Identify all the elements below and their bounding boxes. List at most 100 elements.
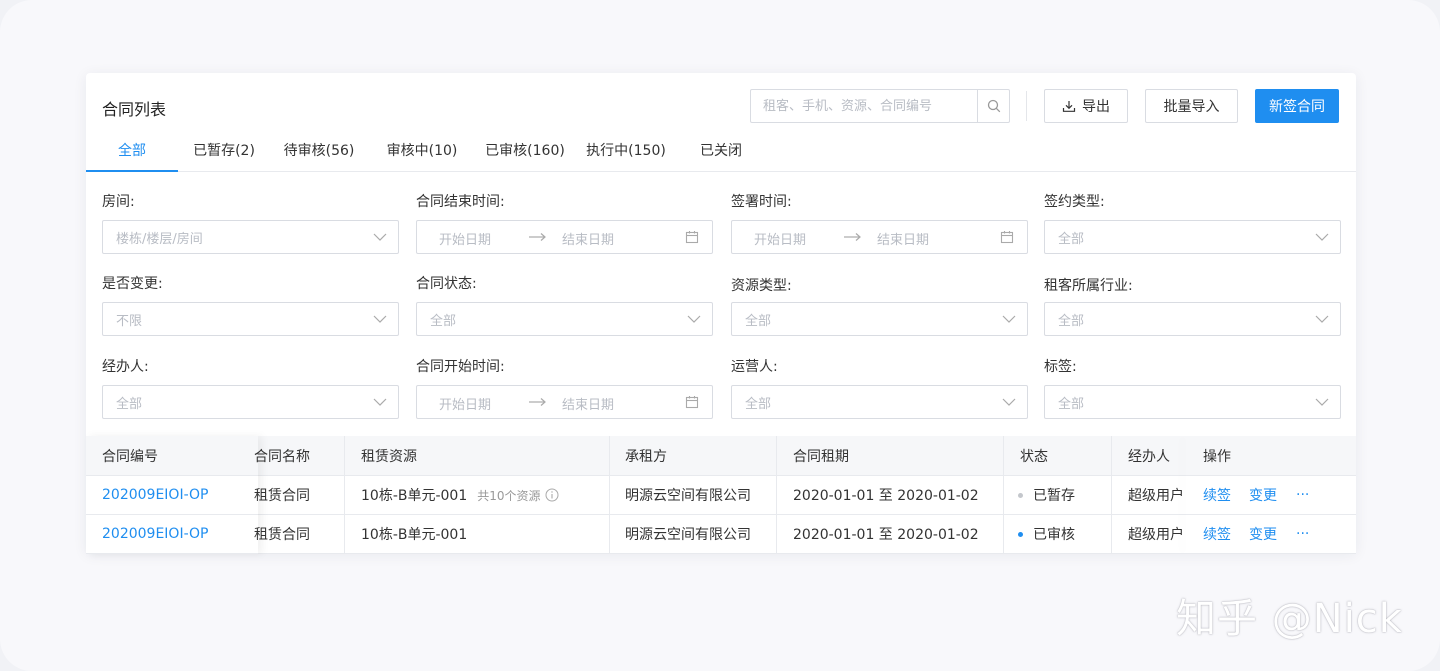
handler-filter-label: 经办人: xyxy=(102,359,149,375)
chevron-down-icon xyxy=(1002,398,1016,406)
contract-id-link[interactable]: 202009EIOI-OP xyxy=(102,515,208,553)
export-label: 导出 xyxy=(1082,99,1110,115)
sign-type-filter-label: 签约类型: xyxy=(1044,194,1105,210)
resource-count-text: 共10个资源 xyxy=(477,488,541,503)
tab-pending-review[interactable]: 待审核(56) xyxy=(278,133,360,172)
download-icon xyxy=(1062,101,1076,112)
calendar-icon xyxy=(685,396,699,409)
status-select[interactable]: 全部 xyxy=(416,302,713,336)
search-box xyxy=(750,89,1010,123)
resource-type-select-placeholder: 全部 xyxy=(745,313,772,329)
range-start-placeholder: 开始日期 xyxy=(439,233,492,248)
period-cell: 2020-01-01 至 2020-01-02 xyxy=(793,488,979,504)
status-text: 已暂存 xyxy=(1033,488,1075,504)
tab-closed[interactable]: 已关闭 xyxy=(693,133,749,172)
room-select[interactable]: 楼栋/楼层/房间 xyxy=(102,220,399,254)
contract-name-cell: 租赁合同 xyxy=(254,488,310,504)
operator-select[interactable]: 全部 xyxy=(731,385,1028,419)
change-link[interactable]: 变更 xyxy=(1249,476,1277,514)
handler-select-placeholder: 全部 xyxy=(116,396,143,412)
period-cell: 2020-01-01 至 2020-01-02 xyxy=(793,527,979,543)
industry-select-placeholder: 全部 xyxy=(1058,313,1085,329)
sign-type-select[interactable]: 全部 xyxy=(1044,220,1341,254)
resource-cell: 10栋-B单元-001 共10个资源 xyxy=(361,476,559,514)
column-header-status: 状态 xyxy=(1020,448,1048,465)
chevron-down-icon xyxy=(1315,233,1329,241)
range-end-placeholder: 结束日期 xyxy=(562,398,615,413)
tab-executing[interactable]: 执行中(150) xyxy=(582,133,670,172)
tab-approved[interactable]: 已审核(160) xyxy=(481,133,569,172)
resource-type-filter-label: 资源类型: xyxy=(731,278,792,294)
more-actions-button[interactable]: ··· xyxy=(1296,476,1309,514)
start-time-range-picker[interactable]: 开始日期 结束日期 xyxy=(416,385,713,419)
batch-import-button[interactable]: 批量导入 xyxy=(1145,89,1238,123)
column-header-handler: 经办人 xyxy=(1128,448,1170,465)
tab-all[interactable]: 全部 xyxy=(86,133,178,172)
status-filter-label: 合同状态: xyxy=(416,276,477,292)
chevron-down-icon xyxy=(1002,315,1016,323)
end-time-filter-label: 合同结束时间: xyxy=(416,194,505,210)
handler-select[interactable]: 全部 xyxy=(102,385,399,419)
changed-filter-label: 是否变更: xyxy=(102,276,163,292)
room-select-placeholder: 楼栋/楼层/房间 xyxy=(116,231,203,247)
changed-select-placeholder: 不限 xyxy=(116,313,143,329)
resource-type-select[interactable]: 全部 xyxy=(731,302,1028,336)
tab-draft[interactable]: 已暂存(2) xyxy=(186,133,262,172)
tag-select[interactable]: 全部 xyxy=(1044,385,1341,419)
contract-name-cell: 租赁合同 xyxy=(254,527,310,543)
chevron-down-icon xyxy=(1315,398,1329,406)
status-tabs: 全部 已暂存(2) 待审核(56) 审核中(10) 已审核(160) 执行中(1… xyxy=(86,133,1356,172)
industry-select[interactable]: 全部 xyxy=(1044,302,1341,336)
sign-time-range-picker[interactable]: 开始日期 结束日期 xyxy=(731,220,1028,254)
search-icon xyxy=(987,99,1000,113)
search-button[interactable] xyxy=(977,90,1009,122)
tag-select-placeholder: 全部 xyxy=(1058,396,1085,412)
contract-id-link[interactable]: 202009EIOI-OP xyxy=(102,476,208,514)
calendar-icon xyxy=(1000,231,1014,244)
operator-select-placeholder: 全部 xyxy=(745,396,772,412)
chevron-down-icon xyxy=(687,315,701,323)
table-header: 合同编号 合同名称 租赁资源 承租方 合同租期 状态 经办人 操作 xyxy=(86,436,1356,476)
page-title: 合同列表 xyxy=(102,100,167,119)
renew-link[interactable]: 续签 xyxy=(1203,515,1231,553)
status-text: 已审核 xyxy=(1033,527,1075,543)
range-start-placeholder: 开始日期 xyxy=(439,398,492,413)
start-time-filter-label: 合同开始时间: xyxy=(416,359,505,375)
arrow-right-icon xyxy=(529,398,546,406)
arrow-right-icon xyxy=(844,233,861,241)
range-end-placeholder: 结束日期 xyxy=(877,233,930,248)
tenant-cell: 明源云空间有限公司 xyxy=(625,488,751,504)
tab-in-review[interactable]: 审核中(10) xyxy=(382,133,462,172)
changed-select[interactable]: 不限 xyxy=(102,302,399,336)
status-cell: 已审核 xyxy=(1018,515,1075,553)
column-header-resource: 租赁资源 xyxy=(361,448,417,465)
chevron-down-icon xyxy=(373,398,387,406)
table-row: 202009EIOI-OP 租赁合同 10栋-B单元-001 共10个资源 明源… xyxy=(86,476,1356,515)
watermark: 知乎 @Nick xyxy=(1176,596,1403,642)
operator-filter-label: 运营人: xyxy=(731,359,778,375)
arrow-right-icon xyxy=(529,233,546,241)
chevron-down-icon xyxy=(1315,315,1329,323)
search-input[interactable] xyxy=(751,90,977,122)
status-select-placeholder: 全部 xyxy=(430,313,457,329)
more-actions-button[interactable]: ··· xyxy=(1296,515,1309,553)
resource-count-hint[interactable]: 共10个资源 xyxy=(477,487,559,504)
room-filter-label: 房间: xyxy=(102,194,135,210)
resource-text: 10栋-B单元-001 xyxy=(361,488,468,504)
column-header-actions: 操作 xyxy=(1203,448,1231,465)
end-time-range-picker[interactable]: 开始日期 结束日期 xyxy=(416,220,713,254)
export-button[interactable]: 导出 xyxy=(1044,89,1128,123)
range-start-placeholder: 开始日期 xyxy=(754,233,807,248)
chevron-down-icon xyxy=(373,315,387,323)
renew-link[interactable]: 续签 xyxy=(1203,476,1231,514)
column-header-tenant: 承租方 xyxy=(625,448,667,465)
column-header-contract-name: 合同名称 xyxy=(254,448,310,465)
status-dot xyxy=(1018,531,1023,537)
sign-time-filter-label: 签署时间: xyxy=(731,194,792,210)
change-link[interactable]: 变更 xyxy=(1249,515,1277,553)
new-contract-button[interactable]: 新签合同 xyxy=(1255,89,1339,123)
industry-filter-label: 租客所属行业: xyxy=(1044,278,1133,294)
info-icon xyxy=(545,488,559,502)
table-row: 202009EIOI-OP 租赁合同 10栋-B单元-001 明源云空间有限公司… xyxy=(86,515,1356,554)
status-dot xyxy=(1018,492,1023,498)
